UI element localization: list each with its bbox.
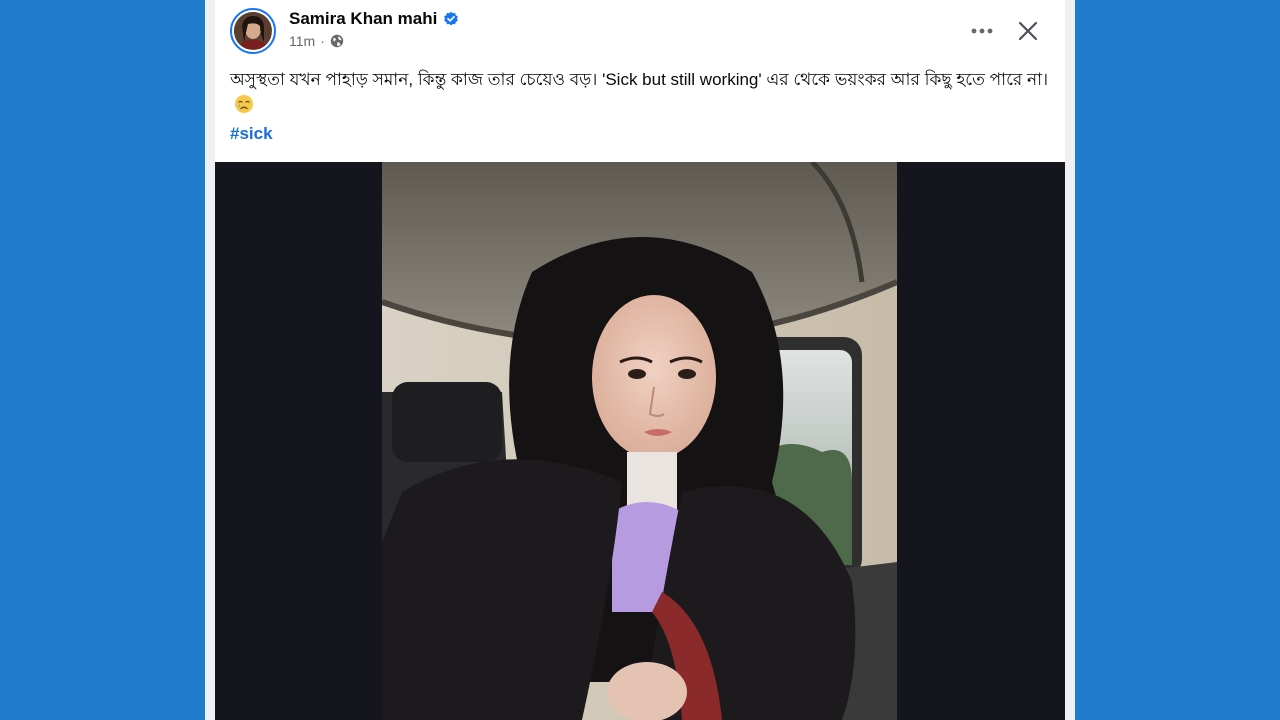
verified-badge-icon [443, 11, 459, 27]
avatar-image [234, 12, 272, 50]
author-name[interactable]: Samira Khan mahi [289, 9, 437, 29]
more-options-button[interactable] [967, 16, 997, 46]
more-options-icon [971, 28, 993, 34]
close-icon [1018, 21, 1038, 41]
page-background-right [1075, 0, 1280, 720]
post-photo[interactable] [382, 162, 897, 720]
post-timestamp[interactable]: 11m [289, 33, 315, 49]
crying-face-emoji-icon [234, 94, 254, 114]
post-text: অসুস্থতা যখন পাহাড় সমান, কিন্তু কাজ তার… [230, 70, 1049, 89]
post-body: অসুস্থতা যখন পাহাড় সমান, কিন্তু কাজ তার… [230, 67, 1050, 117]
author-row: Samira Khan mahi [289, 9, 459, 29]
post-meta: 11m · [289, 33, 344, 49]
meta-separator: · [320, 33, 325, 49]
hashtag-link[interactable]: #sick [230, 124, 273, 144]
author-avatar[interactable] [230, 8, 276, 54]
page-background-left [0, 0, 205, 720]
post-card: Samira Khan mahi 11m · অসুস্থতা যখন পাহা… [215, 0, 1065, 720]
close-button[interactable] [1013, 16, 1043, 46]
globe-icon[interactable] [330, 34, 344, 48]
post-media [215, 162, 1065, 720]
